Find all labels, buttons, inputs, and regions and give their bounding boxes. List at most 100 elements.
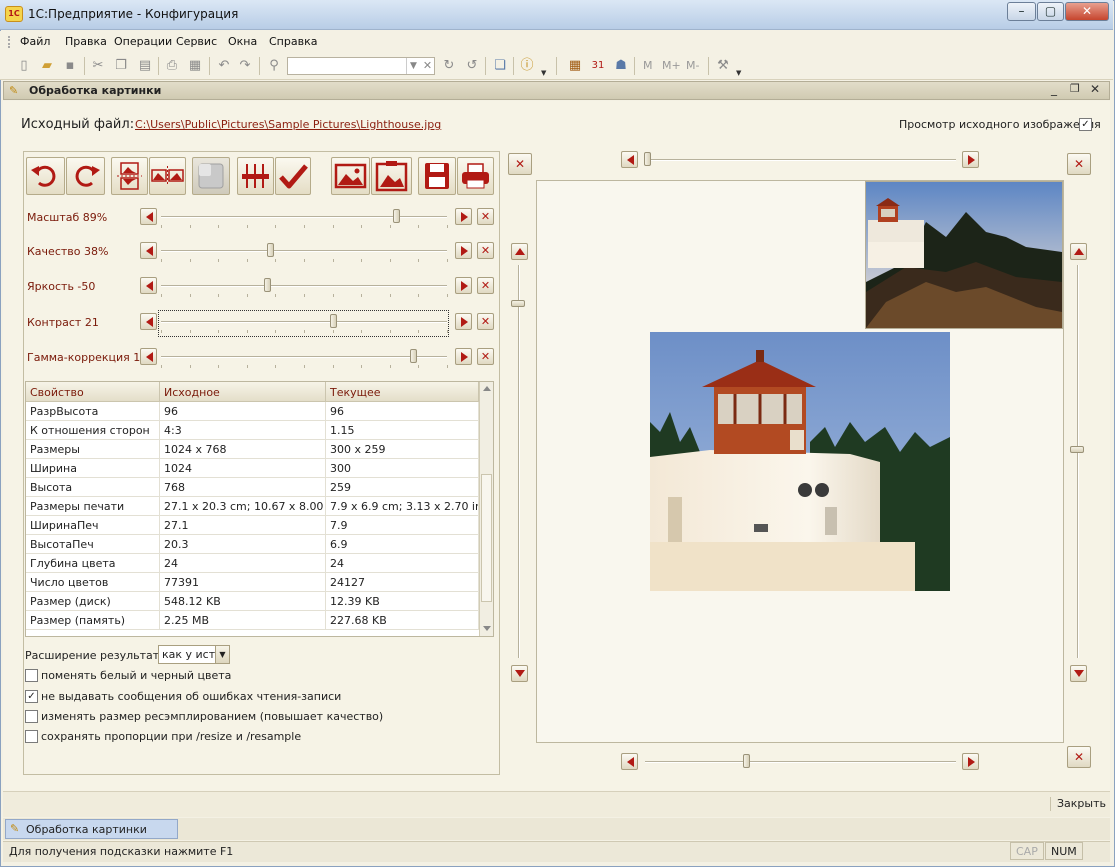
cut-icon[interactable]: ✂ xyxy=(89,57,107,75)
slider-decrease-button[interactable] xyxy=(140,313,157,330)
memory-minus-button[interactable]: M- xyxy=(686,59,699,72)
open-image-button[interactable] xyxy=(331,157,370,195)
doc-restore-button[interactable]: ❐ xyxy=(1070,82,1080,95)
open-folder-icon[interactable]: ▰ xyxy=(38,57,56,75)
users-icon[interactable]: ☗ xyxy=(612,57,630,75)
slider-increase-button[interactable] xyxy=(455,208,472,225)
right-scroll-up-button[interactable] xyxy=(1070,243,1087,260)
menu-help[interactable]: Справка xyxy=(269,35,317,48)
left-scroll-up-button[interactable] xyxy=(511,243,528,260)
close-form-button[interactable]: Закрыть xyxy=(1057,797,1106,810)
minimize-button[interactable]: – xyxy=(1007,2,1036,21)
properties-table[interactable]: Свойство Исходное Текущее РазрВысота 96 96… xyxy=(25,381,494,637)
search-icon[interactable]: ⚲ xyxy=(265,57,283,75)
table-row[interactable]: Ширина 1024 300 xyxy=(26,459,479,478)
preview-source-checkbox[interactable]: ✓ xyxy=(1079,118,1092,131)
column-header-current[interactable]: Текущее xyxy=(326,382,479,402)
menu-file[interactable]: Файл xyxy=(20,35,50,48)
chevron-down-icon[interactable]: ▼ xyxy=(215,646,229,663)
slider-thumb[interactable] xyxy=(392,209,400,223)
clear-search-icon[interactable]: ✕ xyxy=(421,58,434,74)
slider-decrease-button[interactable] xyxy=(140,348,157,365)
top-scroll-track[interactable] xyxy=(645,159,956,161)
bottom-scroll-track[interactable] xyxy=(645,761,956,763)
memory-plus-button[interactable]: M+ xyxy=(662,59,681,72)
clear-right-top-button[interactable]: ✕ xyxy=(1067,153,1091,175)
slider-reset-button[interactable]: ✕ xyxy=(477,313,494,330)
windows-icon[interactable]: ❏ xyxy=(491,57,509,75)
top-scroll-right-button[interactable] xyxy=(962,151,979,168)
table-row[interactable]: ВысотаПеч 20.3 6.9 xyxy=(26,535,479,554)
flip-vertical-button[interactable] xyxy=(111,157,148,195)
menu-service[interactable]: Сервис xyxy=(176,35,217,48)
info-icon[interactable]: ⓘ xyxy=(518,57,536,75)
left-scroll-track[interactable] xyxy=(518,265,520,658)
slider-thumb[interactable] xyxy=(263,278,271,292)
doc-close-button[interactable]: ✕ xyxy=(1090,82,1100,96)
close-window-button[interactable]: ✕ xyxy=(1065,2,1109,21)
grayscale-button[interactable] xyxy=(192,157,230,195)
tools-dropdown-icon[interactable]: ▼ xyxy=(736,69,741,77)
slider-increase-button[interactable] xyxy=(455,313,472,330)
bottom-scroll-left-button[interactable] xyxy=(621,753,638,770)
slider-thumb[interactable] xyxy=(329,314,337,328)
clear-left-button[interactable]: ✕ xyxy=(508,153,532,175)
undo-toolbar-icon[interactable]: ↶ xyxy=(215,57,233,75)
bottom-scroll-thumb[interactable] xyxy=(743,754,750,768)
table-row[interactable]: К отношения сторон 4:3 1.15 xyxy=(26,421,479,440)
slider-reset-button[interactable]: ✕ xyxy=(477,348,494,365)
table-row[interactable]: Размер (диск) 548.12 KB 12.39 KB xyxy=(26,592,479,611)
paste-icon[interactable]: ▤ xyxy=(136,57,154,75)
slider-track[interactable] xyxy=(161,216,447,218)
menu-operations[interactable]: Операции xyxy=(114,35,172,48)
adjust-levels-button[interactable] xyxy=(237,157,274,195)
scroll-thumb[interactable] xyxy=(481,474,492,602)
calculator-icon[interactable]: ▦ xyxy=(566,57,584,75)
memory-button[interactable]: M xyxy=(643,59,653,72)
bottom-scroll-right-button[interactable] xyxy=(962,753,979,770)
find-next-icon[interactable]: ↻ xyxy=(440,57,458,75)
menu-windows[interactable]: Окна xyxy=(228,35,257,48)
save-icon[interactable]: ▪ xyxy=(61,57,79,75)
source-file-link[interactable]: C:\Users\Public\Pictures\Sample Pictures… xyxy=(135,118,441,131)
slider-decrease-button[interactable] xyxy=(140,242,157,259)
table-row[interactable]: Число цветов 77391 24127 xyxy=(26,573,479,592)
flip-horizontal-button[interactable] xyxy=(149,157,186,195)
slider-track[interactable] xyxy=(161,285,447,287)
slider-thumb[interactable] xyxy=(266,243,274,257)
menu-edit[interactable]: Правка xyxy=(65,35,107,48)
rotate-right-button[interactable] xyxy=(66,157,105,195)
column-header-original[interactable]: Исходное xyxy=(160,382,326,402)
table-row[interactable]: РазрВысота 96 96 xyxy=(26,402,479,421)
print-icon[interactable]: ⎙ xyxy=(163,57,181,75)
slider-increase-button[interactable] xyxy=(455,348,472,365)
top-scroll-thumb[interactable] xyxy=(644,152,651,166)
paste-image-button[interactable] xyxy=(371,157,412,195)
left-scroll-down-button[interactable] xyxy=(511,665,528,682)
keep-proportions-checkbox[interactable] xyxy=(25,730,38,743)
suppress-errors-checkbox[interactable]: ✓ xyxy=(25,690,38,703)
find-prev-icon[interactable]: ↺ xyxy=(463,57,481,75)
info-dropdown-icon[interactable]: ▼ xyxy=(541,69,546,77)
tools-icon[interactable]: ⚒ xyxy=(714,57,732,75)
apply-button[interactable] xyxy=(275,157,311,195)
slider-reset-button[interactable]: ✕ xyxy=(477,277,494,294)
slider-increase-button[interactable] xyxy=(455,277,472,294)
table-row[interactable]: Размер (память) 2.25 MB 227.68 KB xyxy=(26,611,479,630)
slider-reset-button[interactable]: ✕ xyxy=(477,242,494,259)
copy-icon[interactable]: ❐ xyxy=(112,57,130,75)
column-header-property[interactable]: Свойство xyxy=(26,382,160,402)
slider-track[interactable] xyxy=(161,250,447,252)
left-scroll-thumb[interactable] xyxy=(511,300,525,307)
redo-toolbar-icon[interactable]: ↷ xyxy=(236,57,254,75)
right-scroll-track[interactable] xyxy=(1077,265,1079,658)
top-scroll-left-button[interactable] xyxy=(621,151,638,168)
slider-increase-button[interactable] xyxy=(455,242,472,259)
rotate-left-button[interactable] xyxy=(26,157,65,195)
slider-reset-button[interactable]: ✕ xyxy=(477,208,494,225)
slider-track[interactable] xyxy=(161,321,447,323)
table-row[interactable]: Высота 768 259 xyxy=(26,478,479,497)
scroll-up-icon[interactable] xyxy=(483,386,491,391)
calendar-icon[interactable]: 31 xyxy=(589,57,607,75)
print-image-button[interactable] xyxy=(457,157,494,195)
